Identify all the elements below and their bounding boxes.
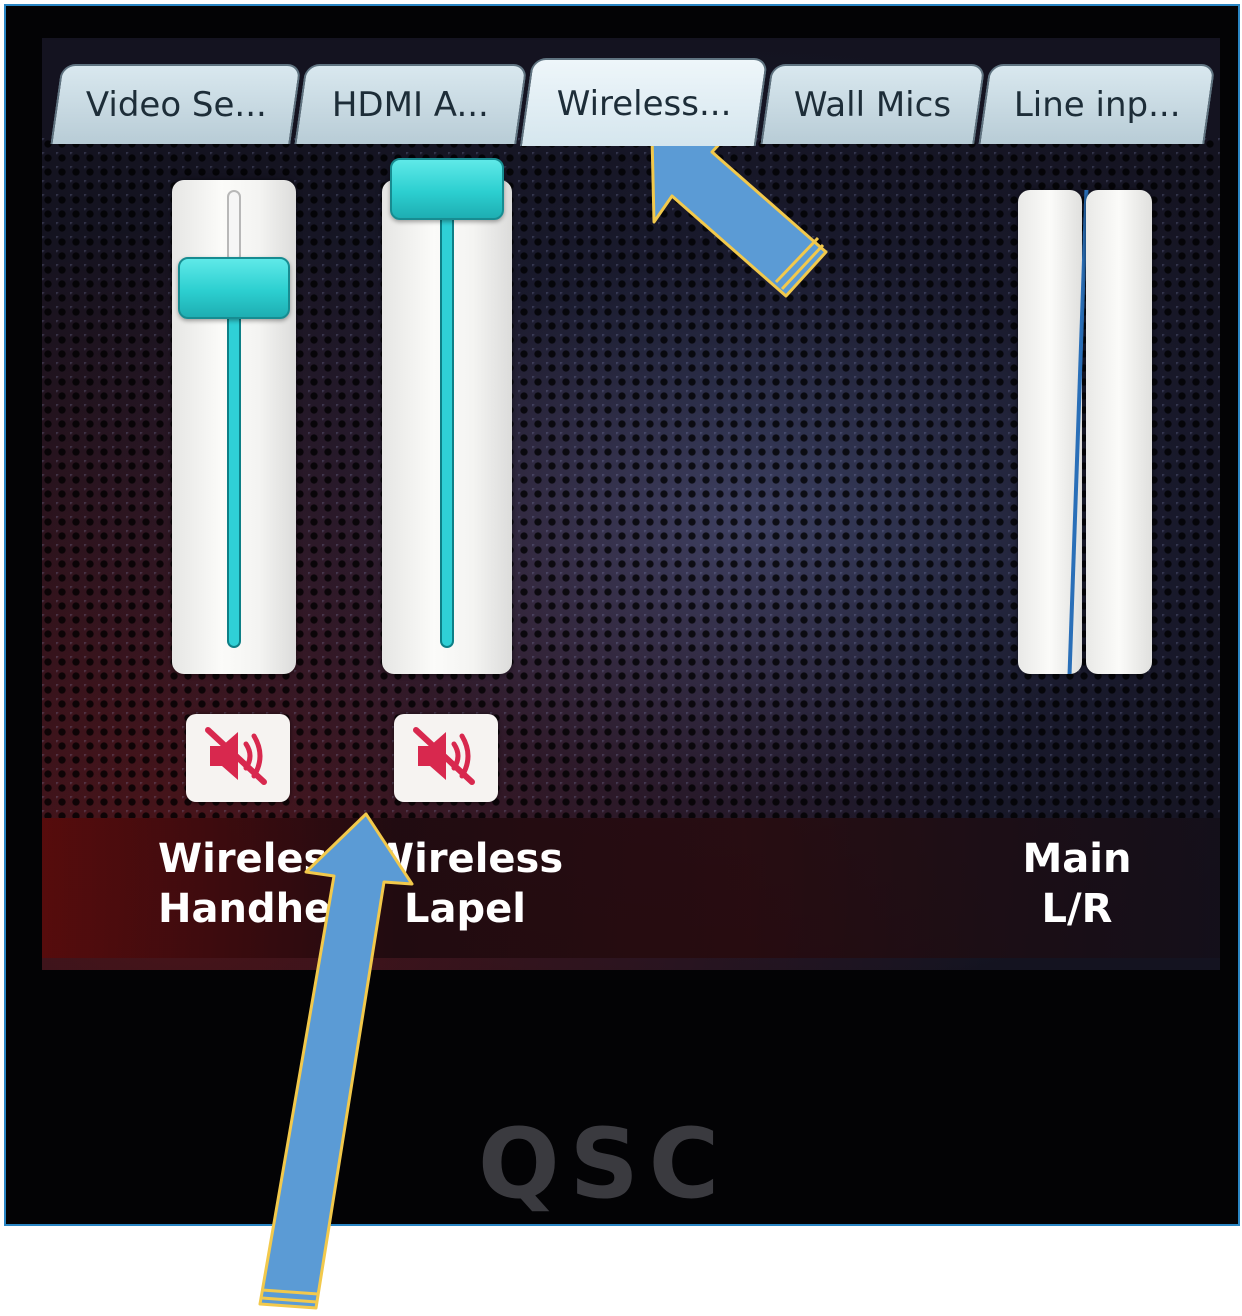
tab-wireless[interactable]: Wireless... <box>519 58 769 146</box>
fader-knob[interactable] <box>178 257 290 320</box>
fader-level-line <box>227 311 241 648</box>
speaker-muted-icon <box>205 727 267 785</box>
tab-line-inputs[interactable]: Line inp... <box>978 64 1216 144</box>
page: Video Se... HDMI A... Wireless... Wall M… <box>0 0 1242 1316</box>
tab-wall-mics[interactable]: Wall Mics <box>760 64 986 144</box>
channel-name-line1: Wireles <box>158 836 328 882</box>
touch-screen: Video Se... HDMI A... Wireless... Wall M… <box>42 38 1220 970</box>
qsc-logo: QSC <box>478 1108 730 1220</box>
device-photo: Video Se... HDMI A... Wireless... Wall M… <box>4 4 1240 1226</box>
channel-label-wireless-lapel: Wireless Lapel <box>370 834 570 934</box>
fader-knob[interactable] <box>390 158 504 220</box>
channel-name-line2: Lapel <box>404 886 526 932</box>
speaker-muted-icon <box>413 727 475 785</box>
meter-main-left <box>1018 190 1089 674</box>
tab-hdmi-audio[interactable]: HDMI A... <box>294 64 528 144</box>
meter-main-right <box>1086 190 1152 674</box>
channel-label-main-lr: Main L/R <box>1002 834 1152 934</box>
fader-wireless-lapel[interactable] <box>382 158 512 674</box>
tab-bar: Video Se... HDMI A... Wireless... Wall M… <box>42 50 1220 146</box>
tab-label: Wall Mics <box>794 85 952 125</box>
tab-video-sources[interactable]: Video Se... <box>50 64 302 144</box>
channel-name-line2: L/R <box>1041 886 1113 932</box>
fader-track-groove-top <box>227 190 241 264</box>
mute-button-wireless-lapel[interactable] <box>394 714 498 802</box>
channel-name-line1: Wireless <box>370 836 564 882</box>
channel-name-line1: Main <box>1022 836 1132 882</box>
fader-level-line <box>440 212 454 648</box>
fader-wireless-handheld[interactable] <box>172 180 296 674</box>
tab-label: Wireless... <box>556 84 732 124</box>
mute-button-wireless-handheld[interactable] <box>186 714 290 802</box>
tab-label: HDMI A... <box>332 85 490 125</box>
channel-label-wireless-handheld: Wireles Handhe <box>158 834 338 934</box>
tab-label: Video Se... <box>85 85 267 125</box>
tab-label: Line inp... <box>1013 85 1181 125</box>
channel-name-line2: Handhe <box>158 886 332 932</box>
